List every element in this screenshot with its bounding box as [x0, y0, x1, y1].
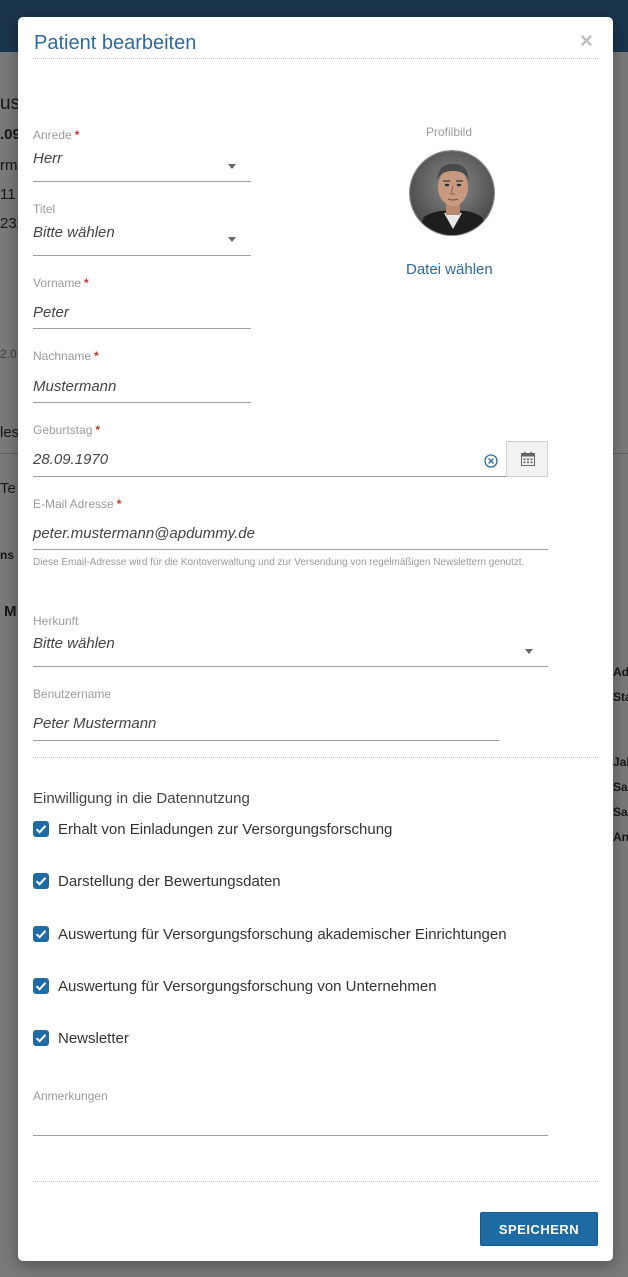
- header-divider: [33, 58, 598, 59]
- email-underline: [33, 549, 548, 550]
- anmerkungen-label: Anmerkungen: [33, 1089, 108, 1103]
- consent-item-label: Darstellung der Bewertungsdaten: [58, 873, 281, 890]
- titel-underline: [33, 255, 251, 256]
- titel-select[interactable]: Bitte wählen: [33, 224, 115, 241]
- checkmark-icon: [35, 982, 47, 991]
- geburtstag-label: Geburtstag *: [33, 423, 101, 437]
- footer-divider: [33, 1181, 598, 1182]
- benutzername-label: Benutzername: [33, 687, 112, 701]
- checkbox-checked[interactable]: [33, 978, 49, 994]
- chevron-down-icon: [525, 649, 533, 654]
- avatar-portrait-image: [410, 151, 494, 235]
- choose-file-link[interactable]: Datei wählen: [406, 261, 493, 278]
- notes-underline: [33, 1135, 548, 1136]
- email-label: E-Mail Adresse *: [33, 497, 122, 511]
- nachname-input[interactable]: Mustermann: [33, 378, 116, 395]
- dialog-title: Patient bearbeiten: [34, 32, 197, 54]
- email-input[interactable]: peter.mustermann@apdummy.de: [33, 525, 255, 542]
- chevron-down-icon: [228, 164, 236, 169]
- herkunft-select[interactable]: Bitte wählen: [33, 635, 115, 652]
- checkmark-icon: [35, 825, 47, 834]
- profile-picture-label: Profilbild: [426, 125, 473, 139]
- calendar-icon: [521, 452, 535, 466]
- vorname-underline: [33, 328, 251, 329]
- close-icon[interactable]: ×: [580, 30, 598, 52]
- checkbox-checked[interactable]: [33, 1030, 49, 1046]
- nachname-underline: [33, 402, 251, 403]
- birthday-underline: [33, 476, 506, 477]
- checkbox-checked[interactable]: [33, 926, 49, 942]
- checkmark-icon: [35, 877, 47, 886]
- checkmark-icon: [35, 930, 47, 939]
- checkmark-icon: [35, 1034, 47, 1043]
- herkunft-label: Herkunft: [33, 614, 79, 628]
- consent-item-label: Erhalt von Einladungen zur Versorgungsfo…: [58, 821, 393, 838]
- titel-label: Titel: [33, 202, 56, 216]
- calendar-button[interactable]: [506, 441, 548, 477]
- edit-patient-dialog: Patient bearbeiten × Anrede * Herr Titel …: [18, 17, 613, 1261]
- checkbox-checked[interactable]: [33, 821, 49, 837]
- anrede-label: Anrede *: [33, 128, 80, 142]
- avatar: [409, 150, 495, 236]
- anrede-underline: [33, 181, 251, 182]
- anrede-select[interactable]: Herr: [33, 150, 62, 167]
- consent-item-label: Auswertung für Versorgungsforschung akad…: [58, 926, 507, 943]
- username-underline: [33, 740, 499, 741]
- birthday-input[interactable]: 28.09.1970: [33, 451, 108, 468]
- vorname-input[interactable]: Peter: [33, 304, 69, 321]
- username-input[interactable]: Peter Mustermann: [33, 715, 156, 732]
- save-button[interactable]: SPEICHERN: [480, 1212, 598, 1246]
- consent-item-label: Newsletter: [58, 1030, 129, 1047]
- notes-input[interactable]: [33, 1110, 548, 1132]
- nachname-label: Nachname *: [33, 349, 99, 363]
- consent-item-label: Auswertung für Versorgungsforschung von …: [58, 978, 437, 995]
- consent-section-title: Einwilligung in die Datennutzung: [33, 790, 250, 807]
- checkbox-checked[interactable]: [33, 873, 49, 889]
- clear-circle-icon[interactable]: [483, 453, 499, 469]
- vorname-label: Vorname *: [33, 276, 89, 290]
- chevron-down-icon: [228, 237, 236, 242]
- herkunft-underline: [33, 666, 548, 667]
- email-help-text: Diese Email-Adresse wird für die Kontove…: [33, 557, 525, 568]
- section-divider: [33, 757, 598, 758]
